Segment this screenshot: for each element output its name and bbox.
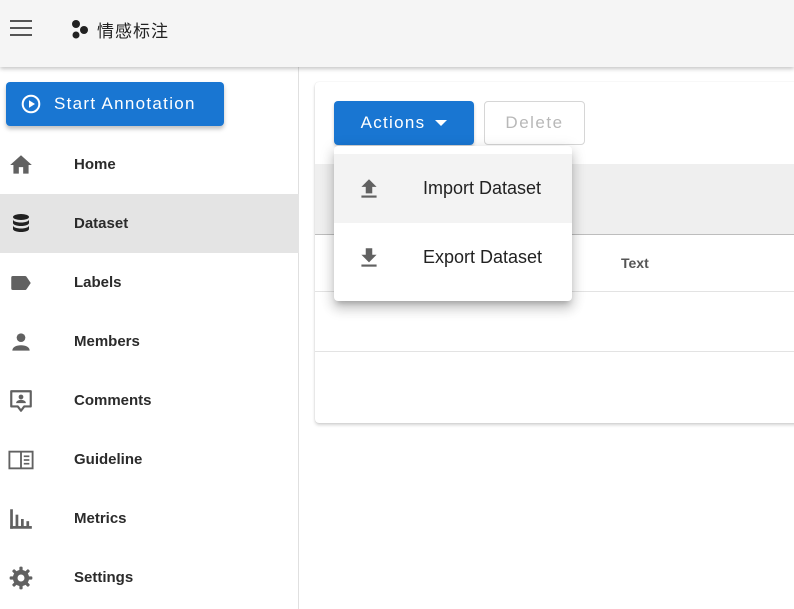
sidebar: Start Annotation Home Dataset Labels Mem… [0,67,299,609]
sidebar-item-label: Labels [74,274,122,291]
bubbles-logo-icon [72,20,88,39]
person-icon [8,329,34,355]
play-circle-icon [21,94,41,114]
sidebar-item-label: Home [74,156,116,173]
actions-menu: Import Dataset Export Dataset [334,146,572,301]
book-open-icon [8,447,34,473]
comment-account-icon [8,388,34,414]
sidebar-item-labels[interactable]: Labels [0,253,299,312]
delete-label: Delete [505,113,564,132]
sidebar-item-members[interactable]: Members [0,312,299,371]
start-annotation-button[interactable]: Start Annotation [6,82,224,126]
sidebar-item-label: Members [74,333,140,350]
menu-item-import-dataset[interactable]: Import Dataset [334,154,572,223]
home-icon [8,152,34,178]
label-tag-icon [8,270,34,296]
sidebar-item-home[interactable]: Home [0,135,299,194]
menu-item-label: Export Dataset [423,247,543,267]
sidebar-item-label: Comments [74,392,152,409]
bar-chart-icon [8,506,34,532]
actions-label: Actions [360,113,426,132]
start-annotation-label: Start Annotation [54,94,196,113]
actions-button[interactable]: Actions [334,101,474,145]
sidebar-item-guideline[interactable]: Guideline [0,430,299,489]
sidebar-item-settings[interactable]: Settings [0,548,299,607]
sidebar-item-metrics[interactable]: Metrics [0,489,299,548]
sidebar-item-label: Settings [74,569,134,586]
caret-down-icon [435,120,448,126]
sidebar-item-label: Dataset [74,215,129,232]
table-row-divider [315,351,794,352]
sidebar-item-label: Metrics [74,510,127,527]
column-header-text[interactable]: Text [621,255,649,271]
menu-item-label: Import Dataset [423,178,542,198]
delete-button[interactable]: Delete [484,101,585,145]
download-icon [361,247,377,267]
project-title: 情感标注 [97,22,169,42]
sidebar-item-comments[interactable]: Comments [0,371,299,430]
sidebar-item-label: Guideline [74,451,143,468]
hamburger-menu-icon[interactable] [8,16,34,40]
app-bar: 情感标注 [0,0,794,67]
gear-icon [8,565,34,591]
database-icon [8,211,34,237]
menu-item-export-dataset[interactable]: Export Dataset [334,223,572,292]
upload-icon [361,178,377,198]
sidebar-item-dataset[interactable]: Dataset [0,194,299,253]
